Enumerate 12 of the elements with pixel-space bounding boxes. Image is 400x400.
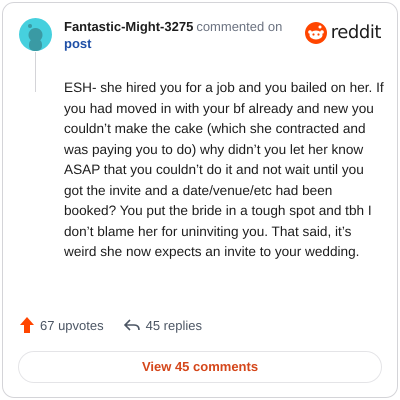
action-text: commented on bbox=[196, 18, 282, 35]
logo-text: reddit bbox=[330, 24, 381, 42]
upvote-icon[interactable] bbox=[20, 317, 34, 334]
comment-text: ESH- she hired you for a job and you bailed on her. If you had moved in with your bf already and new you couldn’t make the cake (which she contracted and was paying you to do) why didn’t you let her know ASAP that you couldn’t do it and not wait until you got the invite and a date/venue/etc had been booked? You put the bride in a tough spot and tbh I don’t blame her for uninviting you. That said, it’s weird she now expects an invite to your wedding. bbox=[64, 79, 385, 261]
reply-icon[interactable] bbox=[124, 318, 140, 332]
upvote-count: 67 upvotes bbox=[40, 316, 104, 335]
post-link[interactable]: post bbox=[64, 35, 92, 52]
view-comments-button[interactable]: View 45 comments bbox=[18, 351, 382, 383]
alien-logo-icon bbox=[304, 22, 327, 44]
avatar-icon bbox=[19, 18, 52, 51]
username[interactable]: Fantastic-Might-3275 bbox=[64, 18, 194, 35]
reply-count: 45 replies bbox=[146, 316, 202, 335]
